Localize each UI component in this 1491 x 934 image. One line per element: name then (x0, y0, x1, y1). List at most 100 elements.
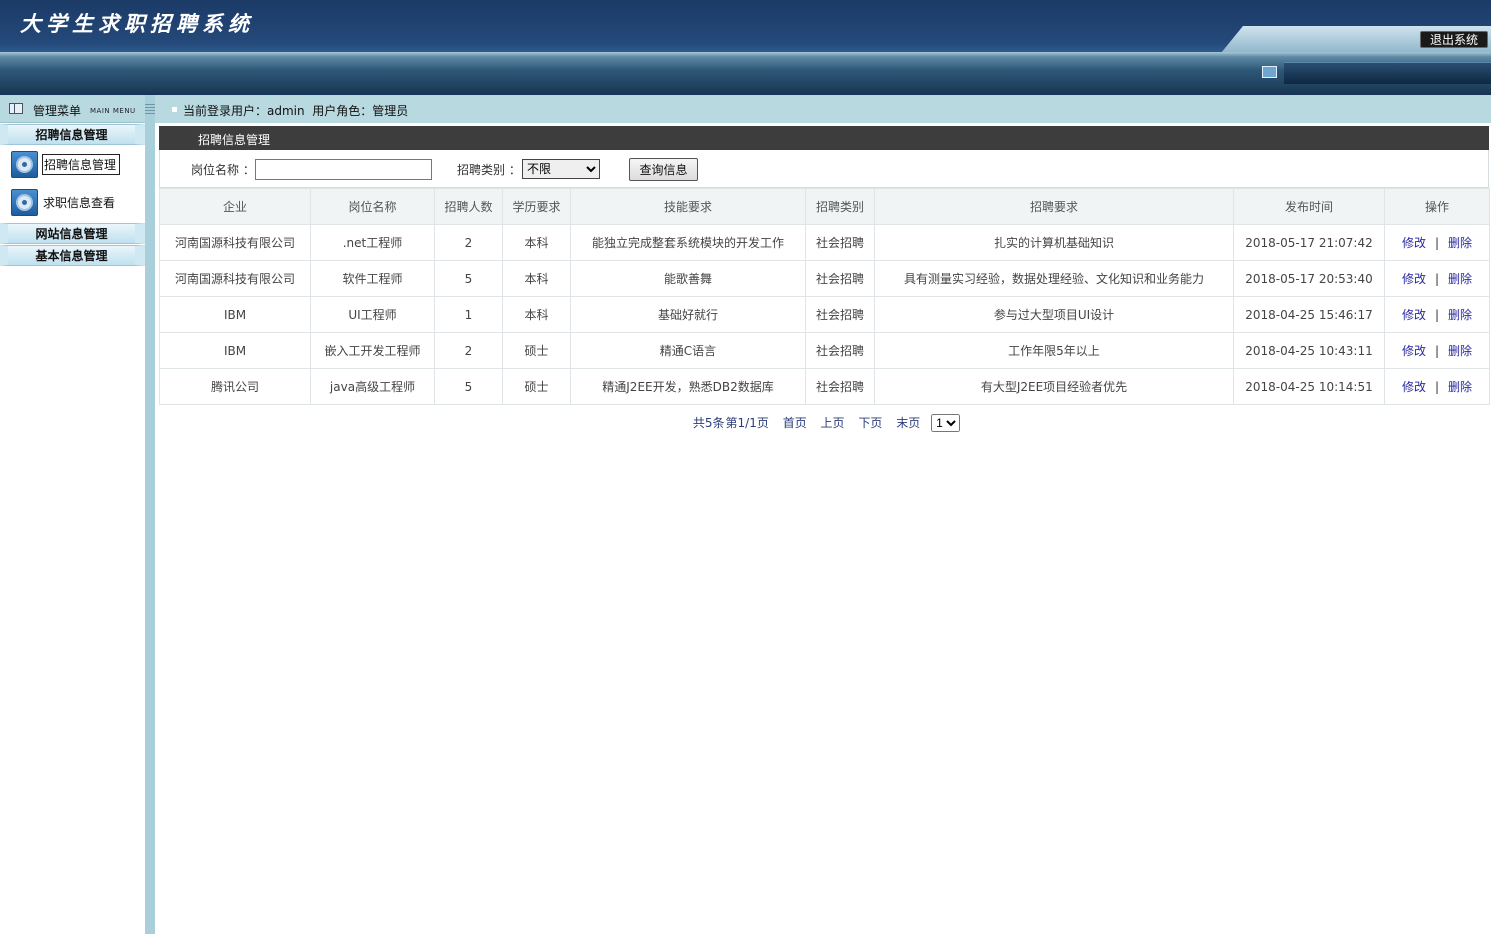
sidebar-item-label: 求职信息查看 (43, 196, 116, 210)
cell-actions: 修改 | 删除 (1384, 368, 1490, 405)
main-content: 招聘信息管理 岗位名称 ： 招聘类别 ： 不限 查询信息 企业 岗位名称 招聘人… (159, 126, 1490, 432)
cell-category: 社会招聘 (805, 296, 875, 333)
delete-link[interactable]: 删除 (1448, 236, 1472, 250)
cell-education: 本科 (502, 296, 571, 333)
cell-actions: 修改 | 删除 (1384, 332, 1490, 369)
cell-count: 2 (434, 224, 503, 261)
page-info: 第1/1页 (725, 416, 769, 430)
menu-title: 管理菜单 (33, 104, 82, 118)
header-band (0, 52, 1491, 92)
sidebar: 管理菜单 MAIN MENU 招聘信息管理 招聘信息管理 求职信息查看 网站信息… (0, 95, 145, 934)
cell-count: 5 (434, 260, 503, 297)
sidebar-group-site[interactable]: 网站信息管理 (0, 223, 145, 244)
col-header: 招聘要求 (874, 188, 1234, 225)
position-input[interactable] (255, 159, 432, 180)
menu-panel-icon (9, 103, 23, 114)
delete-link[interactable]: 删除 (1448, 308, 1472, 322)
menu-header: 管理菜单 MAIN MENU (0, 95, 145, 123)
cell-education: 本科 (502, 260, 571, 297)
sidebar-item-label: 招聘信息管理 (42, 154, 121, 175)
cell-skills: 精通J2EE开发，熟悉DB2数据库 (570, 368, 806, 405)
delete-link[interactable]: 删除 (1448, 272, 1472, 286)
edit-link[interactable]: 修改 (1402, 308, 1426, 322)
table-row: IBM 嵌入工开发工程师 2 硕士 精通C语言 社会招聘 工作年限5年以上 20… (159, 332, 1490, 369)
delete-link[interactable]: 删除 (1448, 344, 1472, 358)
cell-category: 社会招聘 (805, 260, 875, 297)
col-header: 招聘人数 (434, 188, 503, 225)
search-form: 岗位名称 ： 招聘类别 ： 不限 查询信息 (159, 150, 1489, 188)
prev-page-link[interactable]: 上页 (821, 416, 845, 430)
position-label: 岗位名称 ： (191, 163, 255, 177)
cell-position: 软件工程师 (310, 260, 435, 297)
cell-skills: 能歌善舞 (570, 260, 806, 297)
cell-actions: 修改 | 删除 (1384, 224, 1490, 261)
cell-company: 河南国源科技有限公司 (159, 260, 311, 297)
current-user-info: 当前登录用户：admin 用户角色：管理员 (183, 104, 409, 118)
sidebar-splitter[interactable] (145, 95, 155, 934)
cell-category: 社会招聘 (805, 368, 875, 405)
collapse-grip-icon[interactable] (145, 104, 155, 114)
cell-time: 2018-04-25 10:43:11 (1233, 332, 1385, 369)
col-header: 企业 (159, 188, 311, 225)
cell-skills: 基础好就行 (570, 296, 806, 333)
cell-skills: 能独立完成整套系统模块的开发工作 (570, 224, 806, 261)
monitor-icon (1262, 66, 1277, 78)
bullet-icon (172, 107, 177, 112)
cell-requirements: 参与过大型项目UI设计 (874, 296, 1234, 333)
app-title: 大学生求职招聘系统 (20, 11, 254, 36)
edit-link[interactable]: 修改 (1402, 236, 1426, 250)
cell-position: 嵌入工开发工程师 (310, 332, 435, 369)
sidebar-group-basic[interactable]: 基本信息管理 (0, 245, 145, 266)
cell-education: 硕士 (502, 368, 571, 405)
action-separator: | (1434, 380, 1440, 394)
action-separator: | (1434, 308, 1440, 322)
col-header: 学历要求 (502, 188, 571, 225)
header-status-box (1284, 62, 1491, 84)
sidebar-item-recruit-manage[interactable]: 招聘信息管理 (0, 146, 145, 184)
logout-button[interactable]: 退出系统 (1420, 31, 1488, 48)
table-row: 河南国源科技有限公司 软件工程师 5 本科 能歌善舞 社会招聘 具有测量实习经验… (159, 260, 1490, 297)
first-page-link[interactable]: 首页 (783, 416, 807, 430)
search-button[interactable]: 查询信息 (629, 158, 698, 181)
settings-icon (11, 151, 38, 178)
cell-skills: 精通C语言 (570, 332, 806, 369)
user-info-bar: 当前登录用户：admin 用户角色：管理员 (155, 95, 1491, 123)
cell-requirements: 具有测量实习经验，数据处理经验、文化知识和业务能力 (874, 260, 1234, 297)
cell-company: IBM (159, 296, 311, 333)
sidebar-item-job-seek[interactable]: 求职信息查看 (0, 184, 145, 222)
cell-education: 硕士 (502, 332, 571, 369)
col-header: 技能要求 (570, 188, 806, 225)
last-page-link[interactable]: 末页 (896, 416, 920, 430)
col-header: 岗位名称 (310, 188, 435, 225)
cell-company: 河南国源科技有限公司 (159, 224, 311, 261)
delete-link[interactable]: 删除 (1448, 380, 1472, 394)
panel-title: 招聘信息管理 (159, 126, 1489, 150)
action-separator: | (1434, 236, 1440, 250)
cell-count: 2 (434, 332, 503, 369)
col-header: 发布时间 (1233, 188, 1385, 225)
jobs-table: 企业 岗位名称 招聘人数 学历要求 技能要求 招聘类别 招聘要求 发布时间 操作… (159, 188, 1490, 405)
cell-count: 1 (434, 296, 503, 333)
cell-time: 2018-05-17 20:53:40 (1233, 260, 1385, 297)
sidebar-group-recruit[interactable]: 招聘信息管理 (0, 124, 145, 145)
edit-link[interactable]: 修改 (1402, 272, 1426, 286)
table-row: 河南国源科技有限公司 .net工程师 2 本科 能独立完成整套系统模块的开发工作… (159, 224, 1490, 261)
table-row: IBM UI工程师 1 本科 基础好就行 社会招聘 参与过大型项目UI设计 20… (159, 296, 1490, 333)
cell-category: 社会招聘 (805, 224, 875, 261)
category-select[interactable]: 不限 (522, 159, 600, 179)
cell-time: 2018-04-25 10:14:51 (1233, 368, 1385, 405)
cell-count: 5 (434, 368, 503, 405)
cell-company: 腾讯公司 (159, 368, 311, 405)
page-select[interactable]: 1 (931, 414, 961, 432)
action-separator: | (1434, 272, 1440, 286)
edit-link[interactable]: 修改 (1402, 344, 1426, 358)
next-page-link[interactable]: 下页 (858, 416, 882, 430)
cell-company: IBM (159, 332, 311, 369)
cell-requirements: 扎实的计算机基础知识 (874, 224, 1234, 261)
col-header: 招聘类别 (805, 188, 875, 225)
col-header: 操作 (1384, 188, 1490, 225)
edit-link[interactable]: 修改 (1402, 380, 1426, 394)
action-separator: | (1434, 344, 1440, 358)
menu-subtitle: MAIN MENU (90, 107, 136, 115)
table-header-row: 企业 岗位名称 招聘人数 学历要求 技能要求 招聘类别 招聘要求 发布时间 操作 (159, 188, 1490, 225)
